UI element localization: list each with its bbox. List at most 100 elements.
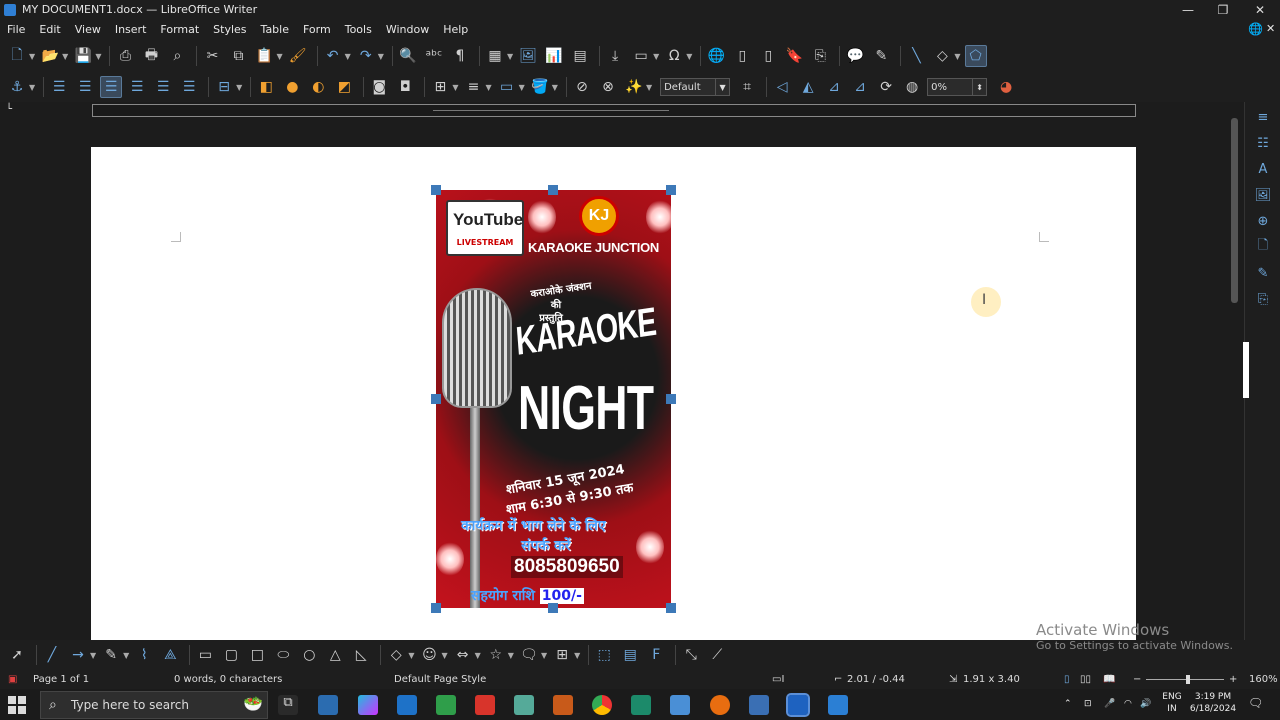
print-preview-icon[interactable]: ⌕ <box>166 45 188 67</box>
sidebar-collapse-handle[interactable] <box>1243 342 1249 398</box>
manage-changes-icon[interactable]: ⎘ <box>1252 288 1274 310</box>
page-count[interactable]: Page 1 of 1 <box>33 674 89 685</box>
styles-icon[interactable]: A <box>1252 158 1274 180</box>
windows-start-icon[interactable] <box>8 696 26 714</box>
triangle-icon[interactable]: △ <box>324 644 346 666</box>
properties-icon[interactable]: ☷ <box>1252 132 1274 154</box>
zoom-slider-thumb[interactable] <box>1186 675 1190 684</box>
chevron-down-icon[interactable]: ▼ <box>653 52 659 61</box>
vertical-scrollbar[interactable] <box>1228 102 1244 640</box>
photos-icon[interactable] <box>436 695 456 715</box>
tally-icon[interactable] <box>475 695 495 715</box>
menu-window[interactable]: Window <box>386 23 429 36</box>
store-icon[interactable] <box>318 695 338 715</box>
wifi-icon[interactable]: ◠ <box>1124 698 1132 710</box>
rounded-rectangle-icon[interactable]: ▢ <box>220 644 242 666</box>
chevron-down-icon[interactable]: ▼ <box>646 83 652 92</box>
style-inspector-icon[interactable]: ✎ <box>1252 262 1274 284</box>
select-arrow-icon[interactable]: ➚ <box>6 644 28 666</box>
chevron-down-icon[interactable]: ▼ <box>954 52 960 61</box>
forward-one-icon[interactable]: ● <box>281 76 303 98</box>
close-document-icon[interactable]: ✕ <box>1266 22 1275 35</box>
export-pdf-icon[interactable]: ⎙ <box>114 45 136 67</box>
chevron-down-icon[interactable]: ▼ <box>552 83 558 92</box>
circle-icon[interactable]: ○ <box>298 644 320 666</box>
insert-image-icon[interactable]: 🖼 <box>517 45 539 67</box>
page-icon[interactable]: 🗋 <box>1252 236 1274 258</box>
line-arrow-icon[interactable]: → <box>67 644 89 666</box>
basic-shapes-icon[interactable]: ◇ <box>931 45 953 67</box>
app-icon[interactable] <box>631 695 651 715</box>
line-icon[interactable]: ╱ <box>41 644 63 666</box>
clock[interactable]: 3:19 PM 6/18/2024 <box>1188 691 1238 715</box>
comment-icon[interactable]: 💬 <box>844 45 866 67</box>
resize-handle-b[interactable] <box>548 603 558 613</box>
flip-horizontal-icon[interactable]: ◭ <box>797 76 819 98</box>
menu-table[interactable]: Table <box>261 23 289 36</box>
menu-form[interactable]: Form <box>303 23 331 36</box>
page-break-icon[interactable]: ⤓ <box>604 45 626 67</box>
curve-icon[interactable]: ✎ <box>100 644 122 666</box>
save-icon[interactable]: 💾 <box>72 45 94 67</box>
send-to-back-icon[interactable]: ◩ <box>333 76 355 98</box>
powerpoint-icon[interactable] <box>553 695 573 715</box>
cut-icon[interactable]: ✂ <box>201 45 223 67</box>
wrap-optimal-icon[interactable]: ☰ <box>100 76 123 98</box>
insert-field-icon[interactable]: ▭ <box>630 45 652 67</box>
clone-formatting-icon[interactable]: 🖌 <box>287 45 309 67</box>
zoom-out-icon[interactable]: − <box>1133 674 1141 685</box>
block-arrows-icon[interactable]: ⇔ <box>452 644 474 666</box>
chevron-down-icon[interactable]: ▼ <box>236 83 242 92</box>
resize-handle-t[interactable] <box>548 185 558 195</box>
scrollbar-thumb[interactable] <box>1231 118 1238 303</box>
mail-icon[interactable] <box>397 695 417 715</box>
resize-handle-tr[interactable] <box>666 185 676 195</box>
app-icon[interactable] <box>749 695 769 715</box>
chevron-down-icon[interactable]: ▼ <box>29 83 35 92</box>
chevron-down-icon[interactable]: ▼ <box>378 52 384 61</box>
color-icon[interactable]: ◕ <box>995 76 1017 98</box>
zoom-level[interactable]: 160% <box>1249 674 1278 685</box>
callouts-icon[interactable]: 🗨 <box>518 644 540 666</box>
resize-handle-l[interactable] <box>431 394 441 404</box>
menu-edit[interactable]: Edit <box>39 23 60 36</box>
insert-line-icon[interactable]: ╲ <box>905 45 927 67</box>
find-replace-icon[interactable]: 🔍 <box>397 45 419 67</box>
border-style-icon[interactable]: ≡ <box>462 76 484 98</box>
unlink-frames-icon[interactable]: ⊗ <box>597 76 619 98</box>
menu-tools[interactable]: Tools <box>345 23 372 36</box>
connector-icon[interactable]: ⌇ <box>133 644 155 666</box>
language-indicator[interactable]: ENG IN <box>1160 691 1184 715</box>
zoom-slider[interactable] <box>1146 679 1224 680</box>
area-color-icon[interactable]: 🪣 <box>529 76 551 98</box>
menu-file[interactable]: File <box>7 23 25 36</box>
hyperlink-icon[interactable]: 🌐 <box>705 45 727 67</box>
zoom-in-icon[interactable]: + <box>1229 674 1237 685</box>
ellipse-icon[interactable]: ⬭ <box>272 644 294 666</box>
fontwork-icon[interactable]: ⟁ <box>159 644 181 666</box>
poster-image[interactable]: YouTube LIVESTREAM KJ KARAOKE JUNCTION क… <box>436 190 671 608</box>
task-view-icon[interactable]: ⧉ <box>278 695 298 715</box>
chevron-down-icon[interactable]: ▼ <box>475 651 481 660</box>
to-foreground-icon[interactable]: ◙ <box>368 76 390 98</box>
app-icon[interactable] <box>514 695 534 715</box>
wrap-left-icon[interactable]: ☰ <box>126 76 148 98</box>
chevron-down-icon[interactable]: ▼ <box>485 83 491 92</box>
link-frames-icon[interactable]: ⊘ <box>571 76 593 98</box>
menu-styles[interactable]: Styles <box>213 23 246 36</box>
book-view-icon[interactable]: 📖 <box>1103 674 1115 685</box>
chevron-down-icon[interactable]: ▼ <box>123 651 129 660</box>
app-icon[interactable] <box>710 695 730 715</box>
chevron-down-icon[interactable]: ▼ <box>519 83 525 92</box>
insert-chart-icon[interactable]: 📊 <box>543 45 565 67</box>
image-mode-select[interactable]: Default ▼ <box>660 78 731 96</box>
chrome-icon[interactable] <box>592 695 612 715</box>
tray-chevron-icon[interactable]: ⌃ <box>1064 698 1072 710</box>
undo-icon[interactable]: ↶ <box>322 45 344 67</box>
track-changes-icon[interactable]: ✎ <box>870 45 892 67</box>
points-icon[interactable]: ⤡ <box>680 644 702 666</box>
taskbar-search-input[interactable]: ⌕ Type here to search 🥗 <box>40 691 268 719</box>
wrap-off-icon[interactable]: ☰ <box>48 76 70 98</box>
back-one-icon[interactable]: ◐ <box>307 76 329 98</box>
draw-functions-icon[interactable]: ⬠ <box>964 45 987 67</box>
